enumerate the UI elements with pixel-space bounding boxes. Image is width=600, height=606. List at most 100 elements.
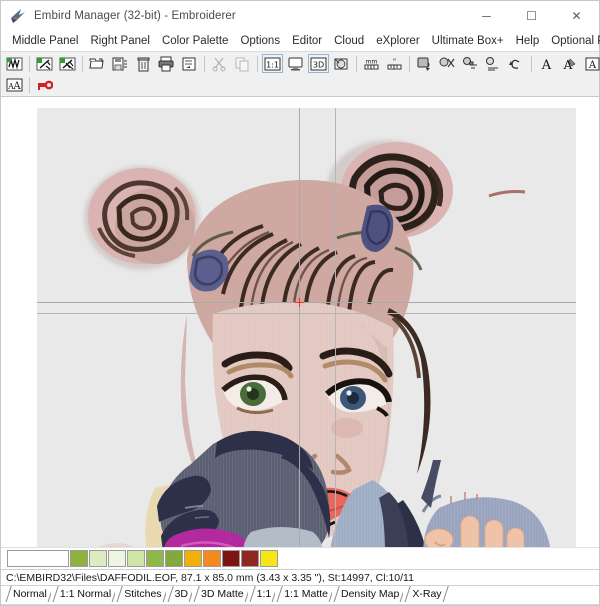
swatch-gold[interactable]	[184, 550, 202, 567]
tab-label: Density Map	[341, 588, 399, 600]
units-mm-button[interactable]: mm	[361, 54, 382, 73]
alphabet-a-button[interactable]: A	[582, 54, 600, 73]
menu-right-panel[interactable]: Right Panel	[84, 33, 155, 49]
toolbar-separator	[409, 56, 410, 72]
crosshair-vertical	[299, 108, 300, 547]
minimize-button[interactable]: ─	[464, 1, 509, 30]
toolbar-separator	[29, 77, 30, 93]
tab-1-1-matte[interactable]: 1:1 Matte	[275, 586, 335, 602]
hide-jumps-button[interactable]	[34, 54, 55, 73]
status-bar: C:\EMBIRD32\Files\DAFFODIL.EOF, 87.1 x 8…	[1, 569, 599, 586]
tab-normal[interactable]: Normal	[4, 586, 54, 602]
crosshair-horizontal	[37, 302, 576, 303]
title-bar: Embird Manager (32-bit) - Embroiderer ─ …	[1, 1, 599, 30]
swatch-yellow[interactable]	[260, 550, 278, 567]
tab-label: Stitches	[124, 588, 161, 600]
tab-3d-matte[interactable]: 3D Matte	[192, 586, 251, 602]
status-text: C:\EMBIRD32\Files\DAFFODIL.EOF, 87.1 x 8…	[6, 572, 414, 584]
copy-button[interactable]	[232, 54, 253, 73]
embroidery-preview[interactable]	[37, 108, 576, 547]
close-button[interactable]: ✕	[554, 1, 599, 30]
toolbar-row-1: 1:1 3D mm "	[3, 53, 599, 74]
tab-label: 1:1 Matte	[284, 588, 328, 600]
toolbar-separator	[204, 56, 205, 72]
swatch-light-green[interactable]	[127, 550, 145, 567]
svg-text:A: A	[588, 60, 597, 71]
color-sequence-button[interactable]	[460, 54, 481, 73]
font-size-button[interactable]: AA	[4, 75, 25, 94]
rotate-button[interactable]	[414, 54, 435, 73]
menu-help[interactable]: Help	[510, 33, 546, 49]
window-title: Embird Manager (32-bit) - Embroiderer	[34, 10, 236, 22]
password-key-button[interactable]	[34, 75, 55, 94]
menu-options[interactable]: Options	[234, 33, 286, 49]
svg-text:3D: 3D	[313, 60, 324, 69]
tab-label: Normal	[13, 588, 47, 600]
tab-density-map[interactable]: Density Map	[332, 586, 406, 602]
undo-button[interactable]	[506, 54, 527, 73]
actual-size-button[interactable]: 1:1	[262, 54, 283, 73]
menu-optional-plug-ins[interactable]: Optional Plug-ins	[545, 33, 600, 49]
three-d-view-button[interactable]: 3D	[308, 54, 329, 73]
tab-stitches[interactable]: Stitches	[115, 586, 168, 602]
menu-bar: Middle Panel Right Panel Color Palette O…	[1, 30, 599, 51]
thread-chart-button[interactable]	[483, 54, 504, 73]
menu-cloud[interactable]: Cloud	[328, 33, 370, 49]
tab-label: 3D	[175, 588, 188, 600]
print-preview-button[interactable]	[179, 54, 200, 73]
embird-manager-window: Embird Manager (32-bit) - Embroiderer ─ …	[0, 0, 600, 606]
tab-label: X-Ray	[412, 588, 441, 600]
open-file-button[interactable]	[87, 54, 108, 73]
work-area[interactable]	[1, 97, 599, 547]
thread-color-palette	[1, 547, 599, 569]
fit-to-screen-button[interactable]	[285, 54, 306, 73]
toolbar-separator	[356, 56, 357, 72]
font-edit-button[interactable]: A	[559, 54, 580, 73]
svg-text:1:1: 1:1	[266, 60, 279, 69]
menu-middle-panel[interactable]: Middle Panel	[6, 33, 84, 49]
swatch-green[interactable]	[146, 550, 164, 567]
maximize-button[interactable]: ☐	[509, 1, 554, 30]
delete-button[interactable]	[133, 54, 154, 73]
swatch-pale-green[interactable]	[89, 550, 107, 567]
cut-button[interactable]	[209, 54, 230, 73]
tab-label: 1:1 Normal	[60, 588, 111, 600]
embroidery-artwork	[37, 108, 576, 547]
show-stitches-button[interactable]	[4, 54, 25, 73]
hide-trims-button[interactable]	[57, 54, 78, 73]
swatch-olive-green[interactable]	[70, 550, 88, 567]
tab-x-ray[interactable]: X-Ray	[403, 586, 448, 602]
tab-label: 3D Matte	[201, 588, 244, 600]
save-as-button[interactable]	[110, 54, 131, 73]
tab-3d[interactable]: 3D	[166, 586, 195, 602]
toolbar-separator	[29, 56, 30, 72]
swatch-white[interactable]	[7, 550, 69, 567]
swatch-textured-green[interactable]	[165, 550, 183, 567]
toolbar-separator	[531, 56, 532, 72]
hoop-view-button[interactable]	[331, 54, 352, 73]
window-controls: ─ ☐ ✕	[464, 1, 599, 30]
swatch-dark-maroon[interactable]	[222, 550, 240, 567]
svg-text:": "	[393, 57, 396, 65]
toolbar-separator	[82, 56, 83, 72]
swatch-very-pale-green[interactable]	[108, 550, 126, 567]
tab-1-1-normal[interactable]: 1:1 Normal	[51, 586, 118, 602]
menu-explorer[interactable]: eXplorer	[370, 33, 425, 49]
embird-bird-icon	[8, 6, 28, 26]
text-tool-button[interactable]: A	[536, 54, 557, 73]
tab-1-1[interactable]: 1:1	[248, 586, 279, 602]
units-inch-button[interactable]: "	[384, 54, 405, 73]
color-change-button[interactable]	[437, 54, 458, 73]
center-marker	[295, 298, 304, 307]
view-tabs: Normal 1:1 Normal Stitches 3D 3D Matte 1…	[1, 586, 599, 605]
toolbar-area: 1:1 3D mm "	[1, 51, 599, 97]
svg-text:A: A	[12, 81, 21, 92]
crosshair-vertical-outer	[335, 108, 336, 547]
svg-text:A: A	[541, 58, 552, 72]
menu-editor[interactable]: Editor	[286, 33, 328, 49]
swatch-maroon[interactable]	[241, 550, 259, 567]
swatch-orange[interactable]	[203, 550, 221, 567]
menu-color-palette[interactable]: Color Palette	[156, 33, 234, 49]
print-button[interactable]	[156, 54, 177, 73]
menu-ultimate-box-plus[interactable]: Ultimate Box+	[426, 33, 510, 49]
